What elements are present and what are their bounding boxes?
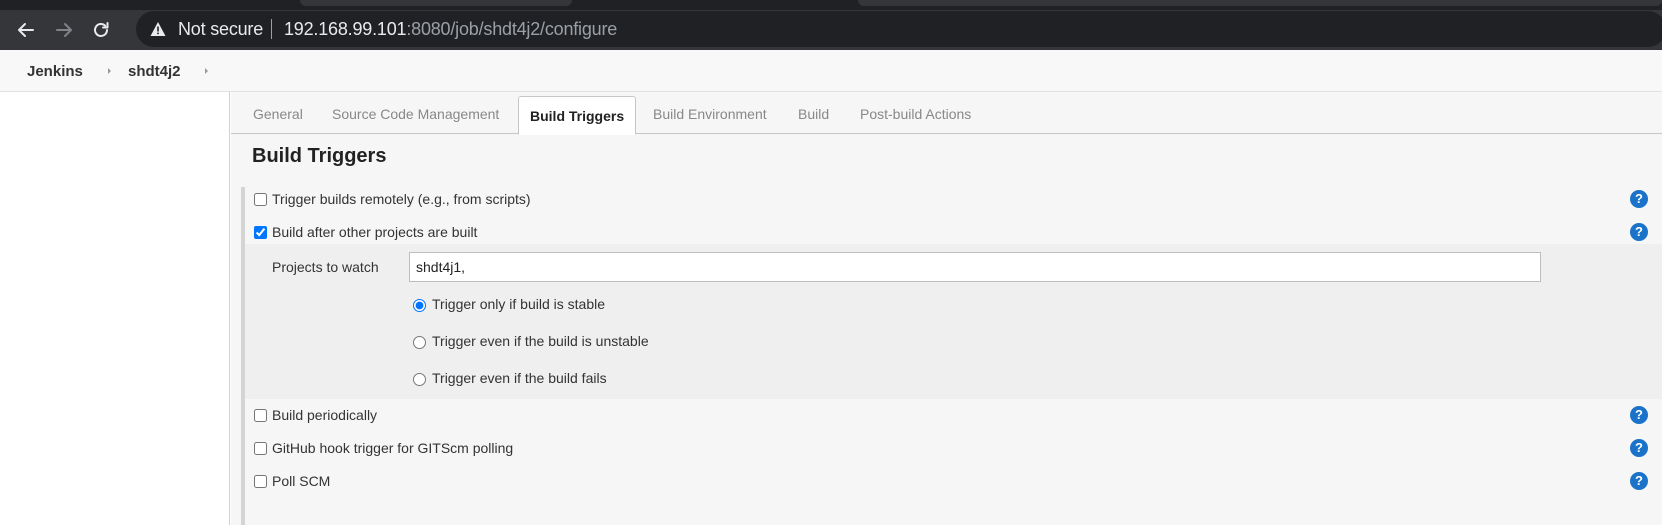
trigger-fails-label[interactable]: Trigger even if the build fails: [432, 370, 607, 386]
help-icon[interactable]: ?: [1630, 223, 1648, 241]
tab-build-triggers[interactable]: Build Triggers: [518, 96, 637, 135]
github-hook-row: GitHub hook trigger for GITScm polling ?: [245, 439, 1662, 468]
projects-to-watch-input[interactable]: [409, 252, 1541, 282]
github-hook-checkbox[interactable]: [254, 442, 267, 455]
reload-icon: [94, 22, 109, 37]
url-host: 192.168.99.101: [284, 19, 407, 39]
url-path: :8080/job/shdt4j2/configure: [406, 19, 618, 39]
browser-tab[interactable]: [858, 0, 1662, 6]
browser-tab[interactable]: [300, 0, 572, 6]
trigger-unstable-radio[interactable]: [413, 336, 426, 349]
help-icon[interactable]: ?: [1630, 406, 1648, 424]
breadcrumb-job[interactable]: shdt4j2: [128, 63, 181, 80]
breadcrumb: Jenkins shdt4j2: [0, 50, 1662, 92]
trigger-remote-label[interactable]: Trigger builds remotely (e.g., from scri…: [272, 191, 531, 207]
security-label[interactable]: Not secure: [178, 19, 263, 40]
trigger-stable-radio[interactable]: [413, 299, 426, 312]
trigger-fails-radio[interactable]: [413, 373, 426, 386]
projects-to-watch-label: Projects to watch: [272, 259, 379, 275]
github-hook-label[interactable]: GitHub hook trigger for GITScm polling: [272, 440, 513, 456]
address-bar[interactable]: Not secure 192.168.99.101:8080/job/shdt4…: [136, 11, 1662, 47]
build-periodically-checkbox[interactable]: [254, 409, 267, 422]
chevron-right-icon[interactable]: [203, 65, 211, 77]
build-after-other-checkbox[interactable]: [254, 226, 267, 239]
help-icon[interactable]: ?: [1630, 190, 1648, 208]
build-periodically-row: Build periodically ?: [245, 406, 1662, 435]
breadcrumb-jenkins[interactable]: Jenkins: [27, 63, 83, 80]
warning-icon[interactable]: [150, 21, 166, 37]
help-icon[interactable]: ?: [1630, 472, 1648, 490]
url-text[interactable]: 192.168.99.101:8080/job/shdt4j2/configur…: [284, 19, 617, 40]
divider: [271, 19, 272, 39]
side-panel: [0, 92, 230, 525]
chevron-right-icon[interactable]: [106, 65, 114, 77]
back-button[interactable]: [12, 16, 40, 44]
build-after-other-label[interactable]: Build after other projects are built: [272, 224, 477, 240]
trigger-remote-row: Trigger builds remotely (e.g., from scri…: [245, 190, 1662, 219]
build-after-other-config: Projects to watch Trigger only if build …: [245, 244, 1662, 399]
section-title: Build Triggers: [252, 145, 387, 167]
config-main: General Source Code Management Build Tri…: [231, 92, 1662, 525]
tab-build[interactable]: Build: [798, 106, 829, 122]
forward-button[interactable]: [50, 16, 78, 44]
arrow-left-icon: [18, 23, 34, 37]
trigger-remote-checkbox[interactable]: [254, 193, 267, 206]
poll-scm-label[interactable]: Poll SCM: [272, 473, 330, 489]
build-triggers-section: Trigger builds remotely (e.g., from scri…: [241, 187, 1662, 525]
poll-scm-row: Poll SCM ?: [245, 472, 1662, 501]
reload-button[interactable]: [87, 16, 115, 44]
help-icon[interactable]: ?: [1630, 439, 1648, 457]
poll-scm-checkbox[interactable]: [254, 475, 267, 488]
trigger-stable-label[interactable]: Trigger only if build is stable: [432, 296, 605, 312]
tab-build-environment[interactable]: Build Environment: [653, 106, 767, 122]
tab-post-build-actions[interactable]: Post-build Actions: [860, 106, 971, 122]
arrow-right-icon: [56, 23, 72, 37]
browser-toolbar: Not secure 192.168.99.101:8080/job/shdt4…: [0, 10, 1662, 50]
tab-general[interactable]: General: [253, 106, 303, 122]
browser-tabstrip: [0, 0, 1662, 10]
build-periodically-label[interactable]: Build periodically: [272, 407, 377, 423]
config-tabbar: General Source Code Management Build Tri…: [231, 96, 1662, 135]
tab-source-code-management[interactable]: Source Code Management: [332, 106, 499, 122]
trigger-unstable-label[interactable]: Trigger even if the build is unstable: [432, 333, 649, 349]
